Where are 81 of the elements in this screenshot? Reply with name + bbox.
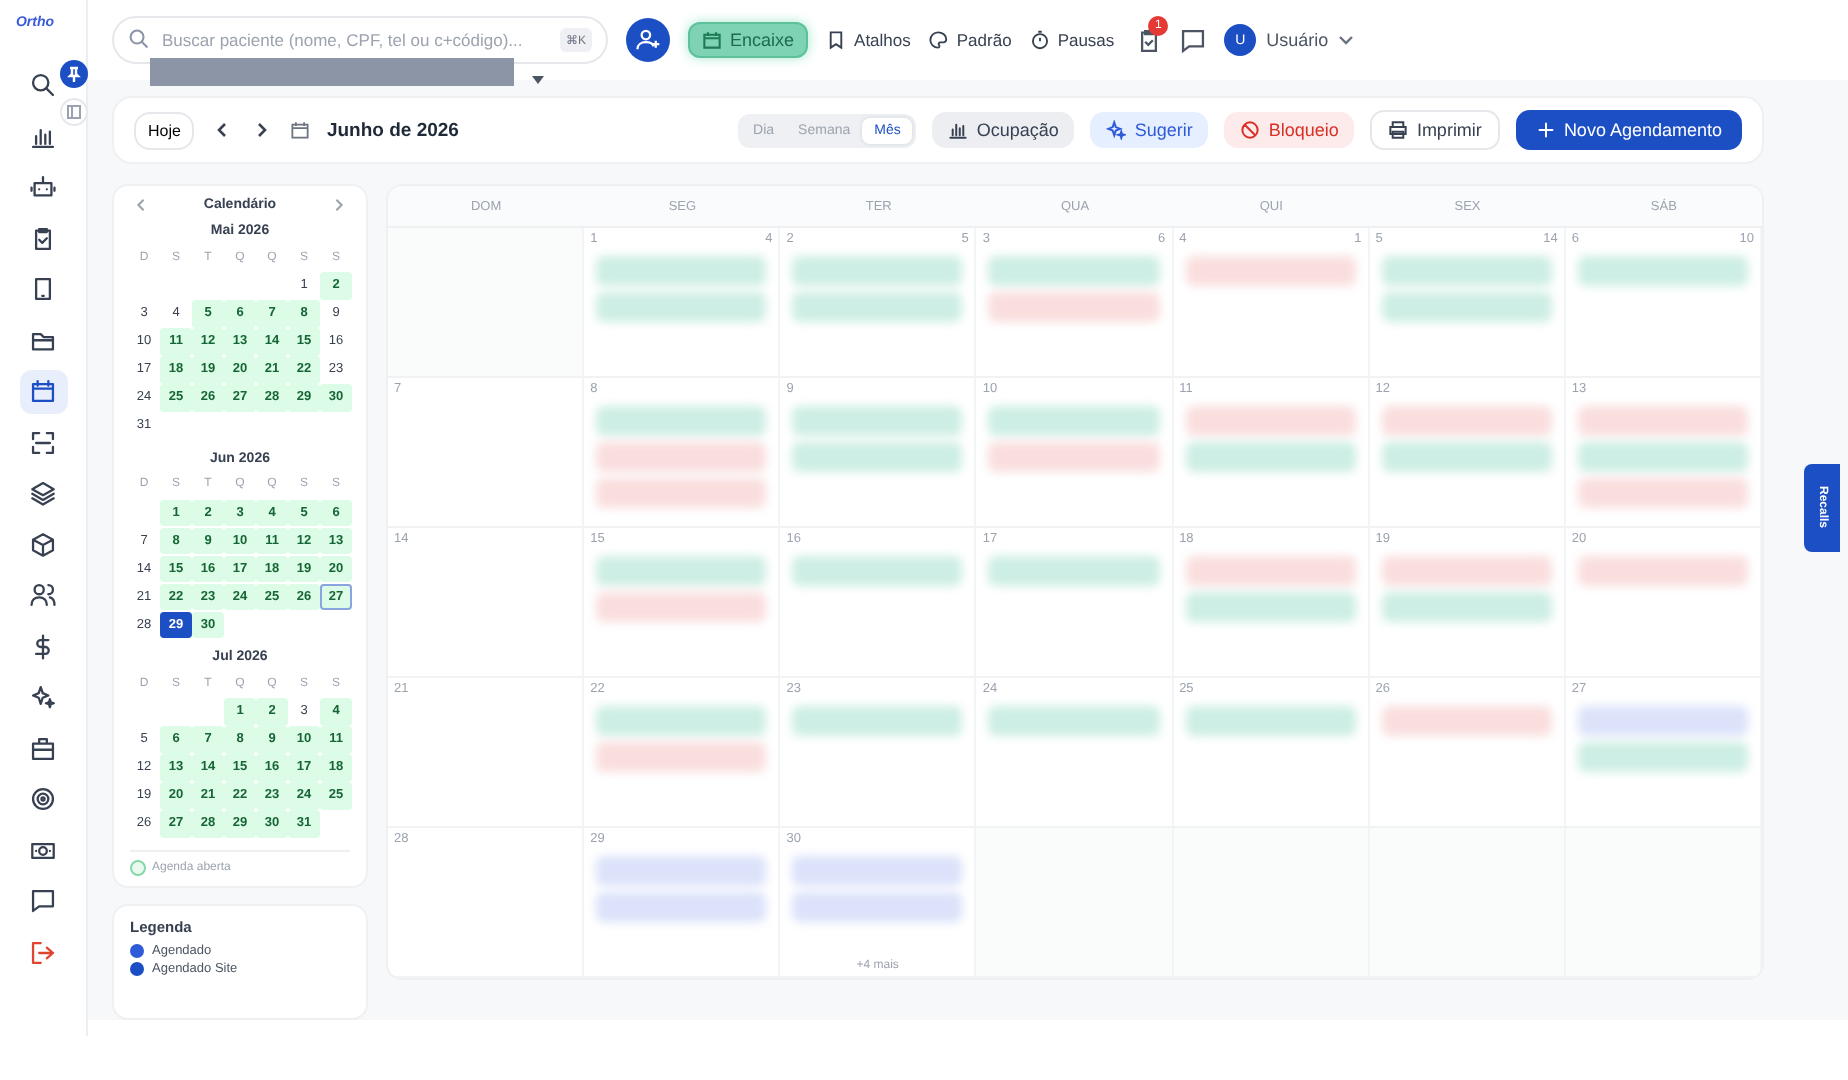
- encaixe-button[interactable]: Encaixe: [688, 22, 809, 58]
- blurred-event[interactable]: [988, 442, 1160, 472]
- pin-icon[interactable]: [60, 60, 88, 88]
- blurred-event[interactable]: [1577, 706, 1748, 736]
- calendar-icon: [290, 120, 311, 140]
- top-link[interactable]: Padrão: [928, 30, 1012, 50]
- chevron-left-icon: [214, 122, 231, 138]
- blurred-event[interactable]: [792, 556, 963, 586]
- user-name[interactable]: Usuário: [1266, 30, 1329, 50]
- plus-icon: [1535, 120, 1556, 140]
- blurred-event[interactable]: [988, 706, 1160, 736]
- panel-toggle-icon[interactable]: [60, 98, 88, 126]
- chevron-right-icon[interactable]: [332, 198, 346, 212]
- blurred-event[interactable]: [596, 556, 767, 586]
- blurred-event[interactable]: [988, 292, 1160, 322]
- palette-icon: [928, 30, 949, 50]
- blurred-event[interactable]: [1381, 406, 1552, 436]
- blurred-event[interactable]: [988, 406, 1160, 436]
- add-user-button[interactable]: [626, 18, 670, 62]
- chevron-left-icon[interactable]: [134, 198, 148, 212]
- blurred-event[interactable]: [792, 706, 963, 736]
- open-marker-icon: [130, 859, 146, 875]
- blurred-event[interactable]: [792, 292, 963, 322]
- blurred-event[interactable]: [1185, 406, 1356, 436]
- blurred-event[interactable]: [1381, 292, 1552, 322]
- today-button[interactable]: Hoje: [134, 111, 195, 149]
- chevron-down-icon[interactable]: [1338, 32, 1355, 48]
- blurred-event[interactable]: [1577, 256, 1748, 286]
- toolbar-button[interactable]: Ocupação: [932, 112, 1075, 148]
- blurred-event[interactable]: [1185, 256, 1356, 286]
- toolbar-button[interactable]: Bloqueio: [1224, 112, 1355, 148]
- add-user-icon: [636, 28, 660, 52]
- clipboard-icon[interactable]: [1136, 27, 1163, 53]
- blurred-event[interactable]: [1185, 556, 1356, 586]
- blurred-event[interactable]: [596, 892, 767, 922]
- blurred-event[interactable]: [596, 706, 767, 736]
- blurred-event[interactable]: [792, 256, 963, 286]
- blurred-event[interactable]: [1381, 556, 1552, 586]
- blurred-event[interactable]: [1577, 742, 1748, 772]
- caret-icon[interactable]: [532, 76, 544, 84]
- calendar-icon: [702, 30, 722, 50]
- period-title: Junho de 2026: [326, 119, 459, 141]
- blurred-event[interactable]: [596, 292, 767, 322]
- blurred-event[interactable]: [1577, 556, 1748, 586]
- blurred-event[interactable]: [596, 256, 767, 286]
- blurred-event[interactable]: [1185, 592, 1356, 622]
- blurred-event[interactable]: [596, 478, 767, 508]
- blurred-event[interactable]: [792, 442, 963, 472]
- blurred-event[interactable]: [1577, 406, 1748, 436]
- blurred-event[interactable]: [1185, 442, 1356, 472]
- ban-icon: [1240, 120, 1261, 140]
- blurred-event[interactable]: [596, 406, 767, 436]
- chat-icon[interactable]: [1180, 27, 1207, 53]
- blurred-event[interactable]: [1577, 478, 1748, 508]
- blurred-event[interactable]: [1381, 442, 1552, 472]
- blurred-event[interactable]: [1381, 256, 1552, 286]
- blurred-event[interactable]: [988, 556, 1160, 586]
- calendar-icon[interactable]: [19, 369, 67, 413]
- blurred-event[interactable]: [596, 742, 767, 772]
- blurred-event[interactable]: [1381, 592, 1552, 622]
- blurred-event[interactable]: [1185, 706, 1356, 736]
- sparkle-icon: [1106, 120, 1127, 140]
- top-link[interactable]: Pausas: [1029, 30, 1115, 50]
- blurred-event[interactable]: [792, 856, 963, 886]
- new-appointment-button[interactable]: Novo Agendamento: [1515, 110, 1742, 150]
- toolbar-button[interactable]: Sugerir: [1090, 112, 1209, 148]
- toolbar-button[interactable]: Imprimir: [1370, 110, 1500, 150]
- timer-icon: [1029, 30, 1050, 50]
- bar-chart-icon: [948, 120, 969, 140]
- blurred-event[interactable]: [596, 856, 767, 886]
- blurred-event[interactable]: [596, 442, 767, 472]
- printer-icon: [1388, 120, 1409, 140]
- blurred-event[interactable]: [596, 592, 767, 622]
- blurred-event[interactable]: [792, 406, 963, 436]
- blurred-event[interactable]: [988, 256, 1160, 286]
- bookmark-icon: [826, 30, 847, 50]
- top-link[interactable]: Atalhos: [826, 30, 911, 50]
- blurred-event[interactable]: [792, 892, 963, 922]
- blurred-event[interactable]: [1577, 442, 1748, 472]
- blurred-event[interactable]: [1381, 706, 1552, 736]
- chevron-right-icon: [254, 122, 271, 138]
